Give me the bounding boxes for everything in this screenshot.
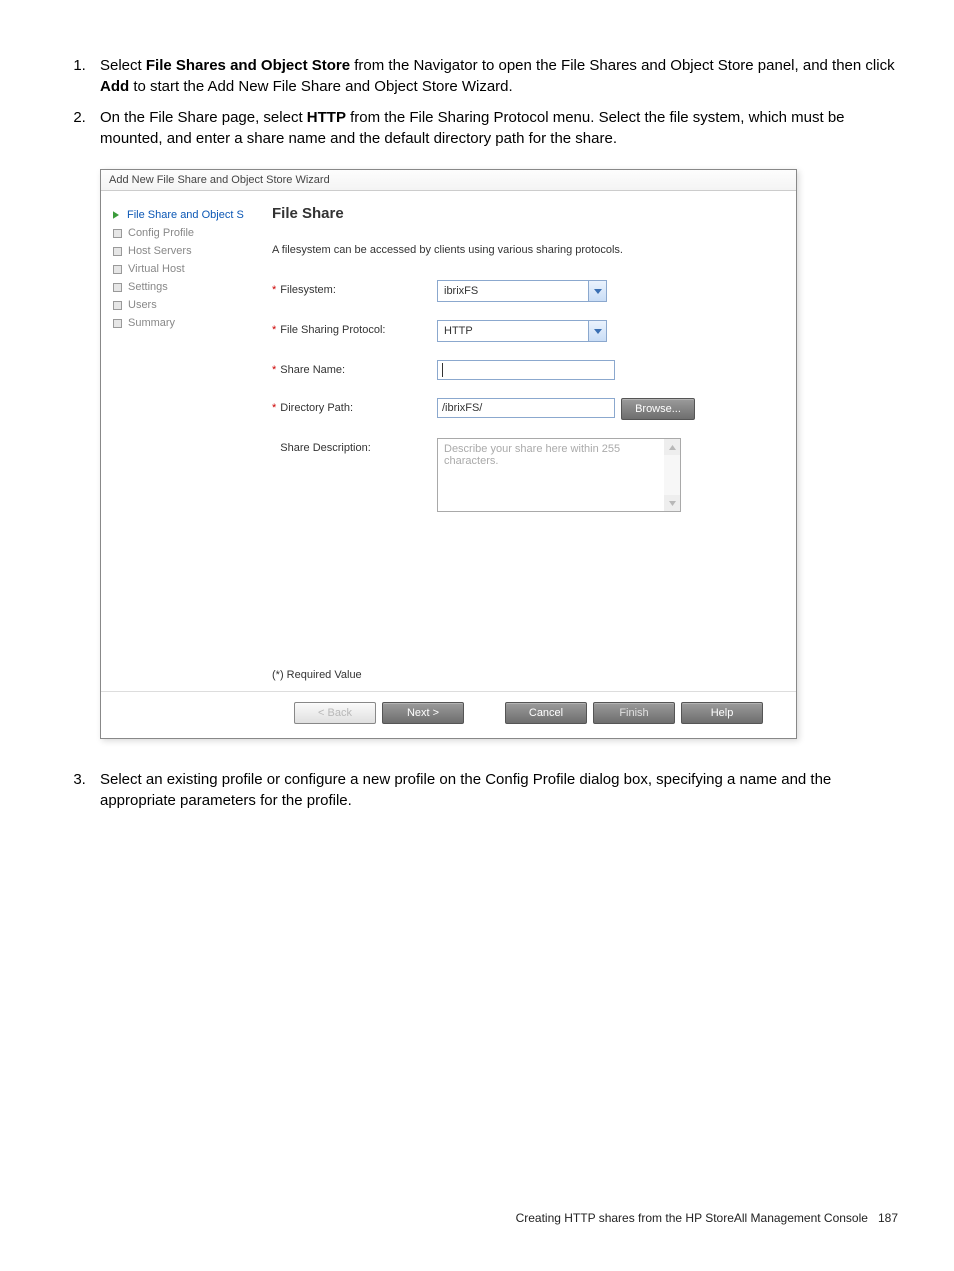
wizard-footer: < Back Next > Cancel Finish Help — [101, 691, 796, 738]
nav-users[interactable]: Users — [113, 299, 256, 311]
select-value: ibrixFS — [438, 285, 588, 297]
instruction-list-cont: Select an existing profile or configure … — [50, 769, 904, 811]
required-asterisk: * — [272, 364, 276, 376]
footer-text: Creating HTTP shares from the HP StoreAl… — [516, 1211, 868, 1225]
square-icon — [113, 283, 122, 292]
sharename-input[interactable] — [437, 360, 615, 380]
select-value: HTTP — [438, 325, 588, 337]
panel-title: File Share — [272, 205, 768, 222]
panel-description: A filesystem can be accessed by clients … — [272, 244, 768, 256]
scrollbar[interactable] — [664, 439, 680, 511]
back-button[interactable]: < Back — [294, 702, 376, 724]
nav-summary[interactable]: Summary — [113, 317, 256, 329]
nav-label: Settings — [128, 281, 168, 293]
sharedesc-textarea[interactable]: Describe your share here within 255 char… — [437, 438, 681, 512]
finish-button[interactable]: Finish — [593, 702, 675, 724]
nav-file-share[interactable]: File Share and Object S — [113, 209, 256, 221]
placeholder-text: Describe your share here within 255 char… — [444, 443, 620, 467]
instruction-list: Select File Shares and Object Store from… — [50, 55, 904, 149]
nav-config-profile[interactable]: Config Profile — [113, 227, 256, 239]
nav-label: Config Profile — [128, 227, 194, 239]
sharename-label: *Share Name: — [272, 360, 437, 376]
nav-label: Summary — [128, 317, 175, 329]
page-number: 187 — [878, 1211, 898, 1225]
nav-label: Virtual Host — [128, 263, 185, 275]
filesystem-label: *Filesystem: — [272, 280, 437, 296]
protocol-select[interactable]: HTTP — [437, 320, 607, 342]
nav-label: File Share and Object S — [127, 209, 244, 221]
wizard-dialog: Add New File Share and Object Store Wiza… — [100, 169, 797, 739]
nav-virtual-host[interactable]: Virtual Host — [113, 263, 256, 275]
required-asterisk: * — [272, 324, 276, 336]
wizard-nav: File Share and Object S Config Profile H… — [101, 191, 256, 691]
step-3: Select an existing profile or configure … — [90, 769, 904, 811]
nav-settings[interactable]: Settings — [113, 281, 256, 293]
dirpath-label: *Directory Path: — [272, 398, 437, 414]
square-icon — [113, 247, 122, 256]
filesystem-select[interactable]: ibrixFS — [437, 280, 607, 302]
square-icon — [113, 301, 122, 310]
cancel-button[interactable]: Cancel — [505, 702, 587, 724]
help-button[interactable]: Help — [681, 702, 763, 724]
nav-host-servers[interactable]: Host Servers — [113, 245, 256, 257]
step-1: Select File Shares and Object Store from… — [90, 55, 904, 97]
wizard-titlebar: Add New File Share and Object Store Wiza… — [101, 170, 796, 191]
sharedesc-label: *Share Description: — [272, 438, 437, 454]
next-button[interactable]: Next > — [382, 702, 464, 724]
scroll-up-icon[interactable] — [664, 439, 680, 455]
square-icon — [113, 229, 122, 238]
nav-label: Users — [128, 299, 157, 311]
square-icon — [113, 265, 122, 274]
chevron-down-icon — [588, 321, 606, 341]
required-asterisk: * — [272, 284, 276, 296]
required-note: (*) Required Value — [272, 579, 768, 681]
protocol-label: *File Sharing Protocol: — [272, 320, 437, 336]
arrow-icon — [113, 210, 119, 220]
step-2: On the File Share page, select HTTP from… — [90, 107, 904, 149]
scroll-down-icon[interactable] — [664, 495, 680, 511]
square-icon — [113, 319, 122, 328]
nav-label: Host Servers — [128, 245, 192, 257]
dirpath-input[interactable]: /ibrixFS/ — [437, 398, 615, 418]
scroll-track[interactable] — [664, 455, 680, 495]
required-asterisk: * — [272, 402, 276, 414]
chevron-down-icon — [588, 281, 606, 301]
page-footer: Creating HTTP shares from the HP StoreAl… — [50, 1211, 904, 1225]
browse-button[interactable]: Browse... — [621, 398, 695, 420]
